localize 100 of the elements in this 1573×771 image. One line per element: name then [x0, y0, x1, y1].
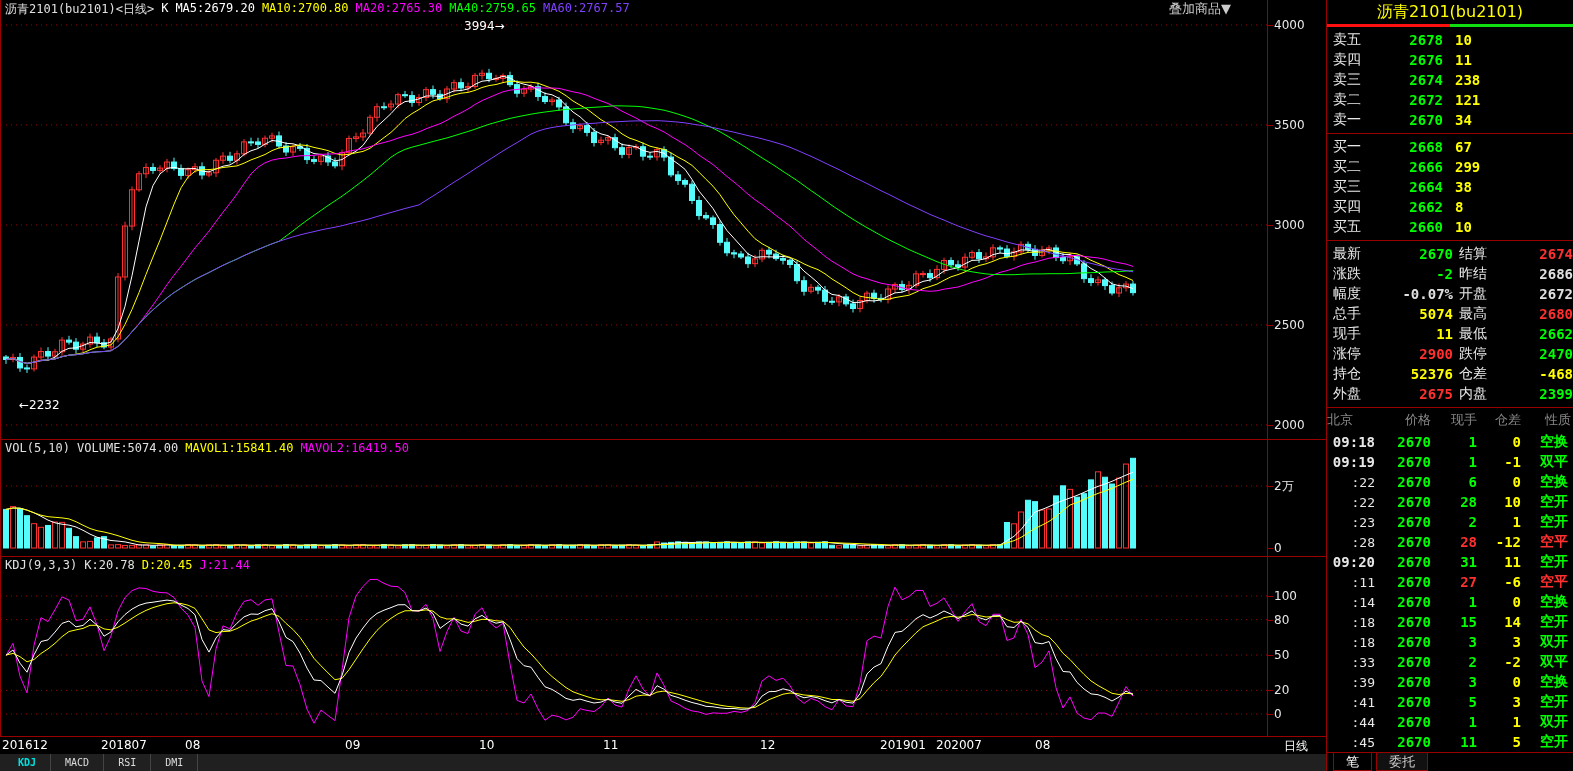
panel-tab[interactable]: 笔: [1333, 753, 1372, 771]
tick-volume: 3: [1467, 674, 1477, 690]
order-volume: 10: [1454, 219, 1473, 235]
indicator-tab[interactable]: MACD: [51, 754, 105, 771]
chart-legend-text: VOL(5,10): [5, 441, 71, 455]
tick-time: :18: [1350, 634, 1375, 650]
order-volume: 238: [1454, 72, 1482, 88]
stat-label: 昨结: [1458, 265, 1488, 283]
chart-legend-text: 沥青2101(bu2101)<日线>: [5, 1, 155, 18]
date-label: 201612: [2, 738, 48, 752]
axis-label: 100: [1274, 589, 1297, 603]
stat-label: 开盘: [1458, 285, 1488, 303]
order-volume: 38: [1454, 179, 1473, 195]
column-header: 现手: [1450, 411, 1477, 429]
stat-value: 2470: [1538, 346, 1573, 362]
axis-label: 0: [1274, 707, 1282, 721]
contract-title: 沥青2101(bu2101): [1375, 0, 1525, 23]
stat-value: 2670: [1418, 246, 1453, 262]
tick-price: 2670: [1396, 594, 1431, 610]
axis-label: 3500: [1274, 118, 1305, 132]
tick-time: :39: [1350, 674, 1375, 690]
tick-nature: 空换: [1539, 673, 1569, 691]
tick-nature: 空平: [1539, 573, 1569, 591]
tick-nature: 双平: [1539, 653, 1569, 671]
tick-nature: 空开: [1539, 733, 1569, 751]
tick-position-change: 10: [1503, 494, 1521, 510]
date-label: 08: [1035, 738, 1051, 752]
tick-position-change: 0: [1511, 474, 1521, 490]
stat-value: 2672: [1538, 286, 1573, 302]
tick-price: 2670: [1396, 654, 1431, 670]
panel-tab[interactable]: 委托: [1376, 753, 1428, 771]
order-level-label: 卖一: [1333, 111, 1362, 129]
overlay-menu[interactable]: 叠加商品▼: [1169, 0, 1231, 18]
indicator-tab[interactable]: DMI: [151, 754, 199, 771]
indicator-tab[interactable]: RSI: [104, 754, 152, 771]
tick-time: :28: [1350, 534, 1375, 550]
order-level-label: 卖三: [1333, 71, 1362, 89]
stat-label: 外盘: [1333, 385, 1362, 403]
stat-label: 涨跌: [1333, 265, 1362, 283]
tick-position-change: -6: [1503, 574, 1521, 590]
stat-value: 2399: [1538, 386, 1573, 402]
chart-legend-text: MA60:2767.57: [543, 1, 630, 17]
tick-price: 2670: [1396, 714, 1431, 730]
indicator-tab[interactable]: KDJ: [4, 754, 52, 771]
order-price: 2662: [1408, 199, 1443, 215]
tick-price: 2670: [1396, 554, 1431, 570]
chart-legend-text: VOLUME:5074.00: [77, 441, 179, 455]
tick-nature: 空开: [1539, 693, 1569, 711]
stat-label: 最低: [1458, 325, 1488, 343]
tick-time: :22: [1350, 474, 1375, 490]
order-volume: 10: [1454, 32, 1473, 48]
axis-label: 80: [1274, 612, 1290, 627]
order-level-label: 买一: [1333, 138, 1362, 156]
chart-legend-text: MA10:2700.80: [261, 1, 349, 17]
tick-volume: 1: [1467, 594, 1477, 610]
tick-position-change: -2: [1503, 654, 1521, 670]
axis-label: 2万: [1274, 477, 1294, 495]
tick-nature: 空换: [1539, 473, 1569, 491]
tick-volume: 3: [1467, 634, 1477, 650]
chart-legend-text: MA5:2679.20: [175, 1, 255, 17]
tick-volume: 6: [1467, 474, 1477, 490]
order-price: 2674: [1408, 72, 1443, 88]
stat-label: 幅度: [1333, 285, 1362, 303]
tick-position-change: 0: [1511, 674, 1521, 690]
tick-time: 09:19: [1331, 454, 1375, 470]
date-label: 12: [760, 738, 776, 752]
date-label: 202007: [936, 738, 982, 752]
order-price: 2668: [1408, 139, 1443, 155]
axis-label: 50: [1274, 648, 1290, 662]
stat-label: 涨停: [1333, 345, 1362, 363]
tick-position-change: 0: [1511, 434, 1521, 450]
order-level-label: 买二: [1333, 158, 1362, 176]
axis-label: 3000: [1274, 218, 1305, 232]
tick-volume: 27: [1459, 574, 1477, 590]
stat-label: 跌停: [1458, 345, 1488, 363]
date-label: 10: [479, 738, 495, 752]
tick-nature: 空平: [1539, 533, 1569, 551]
tick-position-change: 1: [1511, 514, 1521, 530]
tick-position-change: 0: [1511, 594, 1521, 610]
tick-time: :33: [1350, 654, 1375, 670]
date-label: 201807: [101, 738, 147, 752]
order-price: 2660: [1408, 219, 1443, 235]
tick-volume: 1: [1467, 714, 1477, 730]
tick-nature: 空换: [1539, 433, 1569, 451]
tick-volume: 2: [1467, 654, 1477, 670]
tick-time: :23: [1350, 514, 1375, 530]
stat-value: 11: [1435, 326, 1453, 342]
tick-time: 09:20: [1331, 554, 1375, 570]
tick-price: 2670: [1396, 514, 1431, 530]
tick-time: :14: [1350, 594, 1375, 610]
chart-legend-text: J:21.44: [199, 558, 250, 572]
column-header: 性质: [1544, 411, 1571, 429]
order-price: 2670: [1408, 112, 1443, 128]
tick-price: 2670: [1396, 634, 1431, 650]
stat-value: 52376: [1409, 366, 1453, 382]
tick-price: 2670: [1396, 454, 1431, 470]
tick-nature: 双开: [1539, 713, 1569, 731]
tick-position-change: 11: [1503, 554, 1521, 570]
date-label: 201901: [880, 738, 926, 752]
date-label: 08: [185, 738, 201, 752]
